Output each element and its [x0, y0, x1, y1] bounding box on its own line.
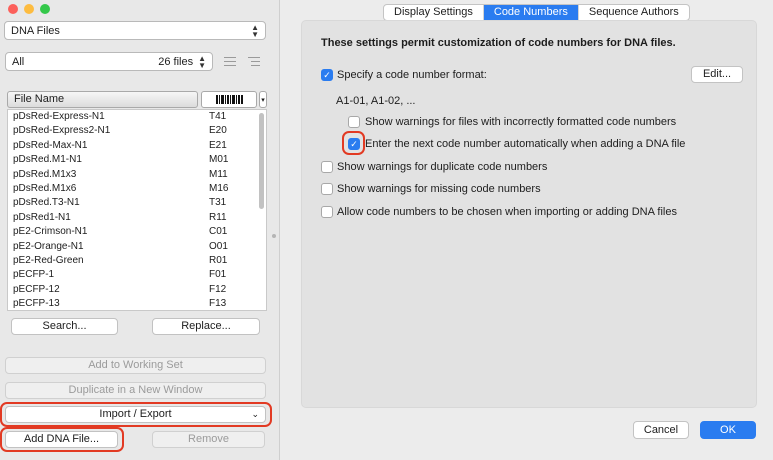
filter-popup-value: All [12, 55, 25, 68]
code-number: O01 [209, 240, 228, 252]
file-name: pE2-Red-Green [13, 254, 84, 266]
code-number: R01 [209, 254, 228, 266]
tab-code-numbers[interactable]: Code Numbers [483, 5, 579, 20]
file-name: pDsRed.T3-N1 [13, 197, 80, 209]
list-item[interactable]: pE2-Crimson-N1 C01 [8, 225, 266, 239]
cancel-button[interactable]: Cancel [633, 421, 689, 439]
highlight-auto-next [342, 131, 365, 155]
remove-button[interactable]: Remove [152, 431, 265, 448]
settings-tabs: Display Settings Code Numbers Sequence A… [383, 4, 690, 21]
code-number: F12 [209, 283, 227, 295]
list-item[interactable]: pDsRed-Express-N1 T41 [8, 110, 266, 124]
file-name: pDsRed-Express2-N1 [13, 125, 111, 137]
file-list-header: File Name ▾ [7, 91, 267, 108]
code-number: F01 [209, 269, 227, 281]
allow-choose-checkbox[interactable] [321, 206, 333, 218]
tab-sequence-authors[interactable]: Sequence Authors [579, 5, 689, 20]
file-name: pDsRed.M1-N1 [13, 154, 82, 166]
file-count: 26 files [158, 55, 194, 68]
search-button[interactable]: Search... [11, 318, 118, 335]
warn-incorrect-label: Show warnings for files with incorrectly… [365, 116, 677, 128]
source-popup-value: DNA Files [11, 24, 60, 37]
ok-button[interactable]: OK [700, 421, 756, 439]
allow-choose-label: Allow code numbers to be chosen when imp… [337, 206, 677, 218]
code-numbers-panel: These settings permit customization of c… [301, 20, 757, 408]
updown-chevron-icon: ▲ ▼ [198, 53, 206, 70]
list-item[interactable]: pDsRed-Express2-N1 E20 [8, 124, 266, 138]
file-browser-pane: DNA Files ▲ ▼ All 26 files ▲ ▼ File Name ▾… [0, 0, 280, 460]
replace-button[interactable]: Replace... [152, 318, 260, 335]
highlight-add-dna-file [0, 427, 124, 452]
edit-format-button[interactable]: Edit... [691, 66, 743, 83]
settings-heading: These settings permit customization of c… [321, 37, 676, 49]
specify-format-label: Specify a code number format: [337, 69, 487, 81]
add-to-working-set-button[interactable]: Add to Working Set [5, 357, 266, 374]
auto-next-label: Enter the next code number automatically… [365, 138, 686, 150]
list-item[interactable]: pE2-Orange-N1 O01 [8, 240, 266, 254]
list-item[interactable]: pDsRed1-N1 R11 [8, 211, 266, 225]
code-number: M01 [209, 154, 229, 166]
format-example: A1-01, A1-02, ... [336, 95, 416, 107]
code-number: M16 [209, 182, 229, 194]
code-number-column-header[interactable] [201, 91, 258, 108]
file-list[interactable]: pDsRed-Express-N1 T41 pDsRed-Express2-N1 E2… [7, 109, 267, 311]
tab-display-settings[interactable]: Display Settings [384, 5, 484, 20]
file-name: pDsRed.M1x6 [13, 182, 77, 194]
specify-format-checkbox[interactable]: ✓ [321, 69, 333, 81]
barcode-icon [215, 95, 243, 104]
file-name: pECFP-1 [13, 269, 55, 281]
warn-duplicate-checkbox[interactable] [321, 161, 333, 173]
warn-missing-label: Show warnings for missing code numbers [337, 183, 541, 195]
list-item[interactable]: pECFP-1 F01 [8, 268, 266, 282]
file-name: pDsRed1-N1 [13, 211, 71, 223]
window-controls [8, 4, 50, 14]
list-item[interactable]: pDsRed.M1x3 M11 [8, 168, 266, 182]
file-name: pDsRed-Max-N1 [13, 139, 88, 151]
list-item[interactable]: pDsRed.M1x6 M16 [8, 182, 266, 196]
column-menu-button[interactable]: ▾ [259, 91, 267, 108]
code-number: T31 [209, 197, 227, 209]
duplicate-window-button[interactable]: Duplicate in a New Window [5, 382, 266, 399]
code-number: C01 [209, 226, 228, 238]
list-item[interactable]: pE2-Red-Green R01 [8, 254, 266, 268]
file-name: pDsRed.M1x3 [13, 168, 77, 180]
list-scrollbar[interactable] [259, 113, 264, 209]
file-name-column-header[interactable]: File Name [7, 91, 199, 108]
code-number: M11 [209, 168, 228, 180]
file-name: pDsRed-Express-N1 [13, 111, 105, 122]
list-view-icon[interactable] [224, 57, 236, 66]
close-window-button[interactable] [8, 4, 18, 14]
minimize-window-button[interactable] [24, 4, 34, 14]
list-item[interactable]: pDsRed.M1-N1 M01 [8, 153, 266, 167]
highlight-import-export [0, 402, 272, 427]
code-number: E21 [209, 139, 227, 151]
list-item[interactable]: pDsRed.T3-N1 T31 [8, 196, 266, 210]
list-item[interactable]: pECFP-13 F13 [8, 297, 266, 310]
zoom-window-button[interactable] [40, 4, 50, 14]
splitter-handle[interactable] [272, 234, 276, 238]
code-number: R11 [209, 211, 227, 223]
warn-incorrect-checkbox[interactable] [348, 116, 360, 128]
list-item[interactable]: pDsRed-Max-N1 E21 [8, 139, 266, 153]
file-name: pECFP-13 [13, 298, 60, 310]
source-popup[interactable]: DNA Files ▲ ▼ [4, 21, 266, 40]
settings-pane: Display Settings Code Numbers Sequence A… [281, 0, 773, 460]
file-name: pECFP-12 [13, 283, 60, 295]
warn-duplicate-label: Show warnings for duplicate code numbers [337, 161, 548, 173]
code-number: E20 [209, 125, 227, 137]
code-number: T41 [209, 111, 227, 122]
code-number: F13 [209, 298, 227, 310]
warn-missing-checkbox[interactable] [321, 183, 333, 195]
file-name: pE2-Crimson-N1 [13, 226, 88, 238]
list-item[interactable]: pECFP-12 F12 [8, 283, 266, 297]
indented-list-icon[interactable] [248, 57, 260, 66]
file-name: pE2-Orange-N1 [13, 240, 84, 252]
filter-popup[interactable]: All 26 files ▲ ▼ [5, 52, 213, 71]
updown-chevron-icon: ▲ ▼ [251, 22, 259, 39]
